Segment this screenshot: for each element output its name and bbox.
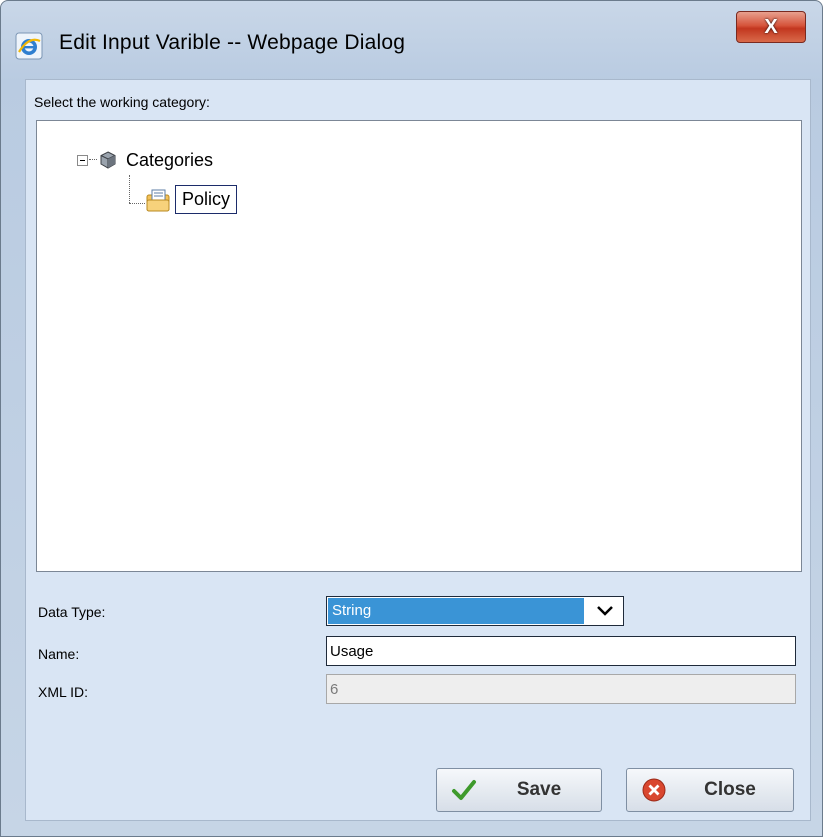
close-icon: X xyxy=(764,15,778,38)
xml-id-field xyxy=(326,674,796,704)
save-button-label: Save xyxy=(516,779,562,800)
tree-node-categories[interactable]: Categories xyxy=(77,147,213,173)
data-type-dropdown[interactable]: String xyxy=(326,596,624,626)
tree-connector xyxy=(89,159,97,161)
tree-node-policy[interactable]: Policy xyxy=(145,185,238,214)
data-type-selected: String xyxy=(328,598,584,624)
cancel-icon xyxy=(642,778,666,802)
tree-child-label[interactable]: Policy xyxy=(175,185,238,214)
save-button[interactable]: Save xyxy=(436,768,602,812)
chevron-down-icon[interactable] xyxy=(587,597,623,625)
xml-id-label: XML ID: xyxy=(38,684,89,700)
window-close-button[interactable]: X xyxy=(736,11,806,43)
category-tree[interactable]: Categories Policy xyxy=(36,120,802,572)
name-field[interactable] xyxy=(326,636,796,666)
folder-document-icon xyxy=(146,189,170,211)
dialog-window: Edit Input Varible -- Webpage Dialog X S… xyxy=(0,0,823,837)
data-type-label: Data Type: xyxy=(38,604,106,620)
tree-connector-horizontal xyxy=(129,203,145,204)
dialog-content: Select the working category: Categories xyxy=(25,79,811,821)
title-bar[interactable]: Edit Input Varible -- Webpage Dialog X xyxy=(1,1,822,83)
close-button-label: Close xyxy=(704,779,756,800)
name-label: Name: xyxy=(38,646,80,662)
internet-explorer-icon xyxy=(15,32,43,60)
checkmark-icon xyxy=(452,780,476,800)
dialog-title: Edit Input Varible -- Webpage Dialog xyxy=(59,31,406,54)
category-heading: Select the working category: xyxy=(34,94,210,110)
tree-connector-vertical xyxy=(129,175,130,203)
tree-root-label: Categories xyxy=(126,149,214,170)
close-button[interactable]: Close xyxy=(626,768,794,812)
cubes-icon xyxy=(100,151,116,169)
collapse-icon[interactable] xyxy=(77,154,88,166)
